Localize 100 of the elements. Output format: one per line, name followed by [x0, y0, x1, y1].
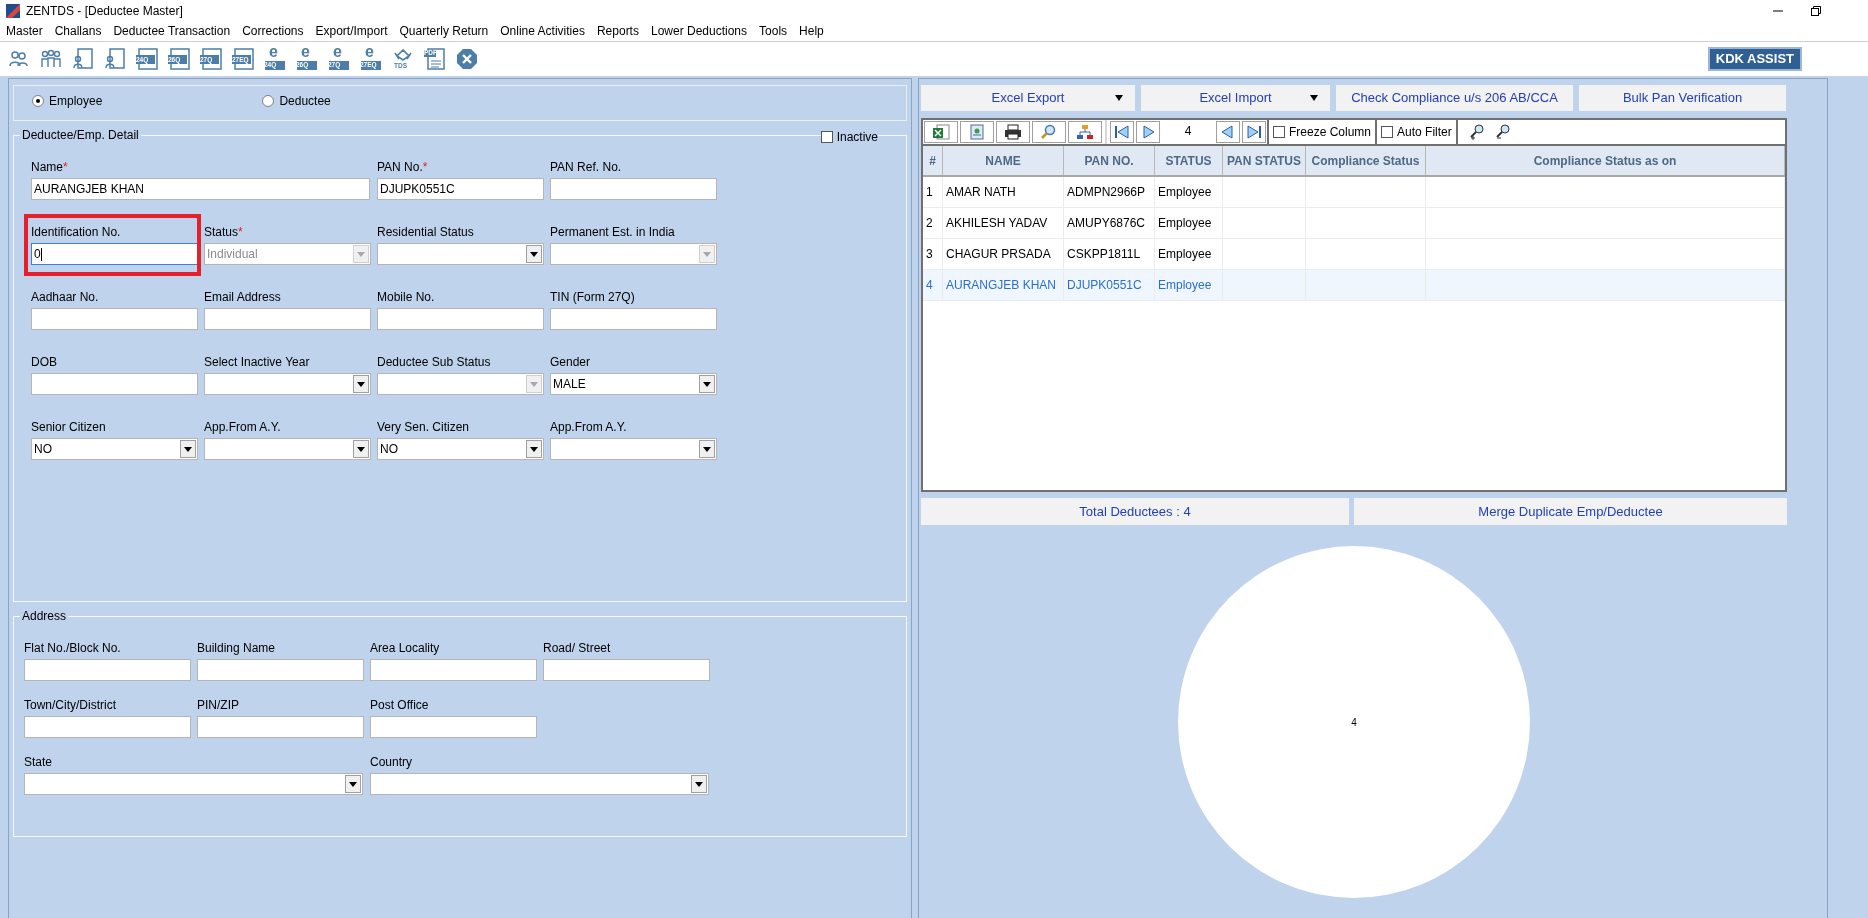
- previous-page-icon[interactable]: [1216, 121, 1240, 143]
- text-field[interactable]: [377, 308, 544, 330]
- action-button[interactable]: Excel Export: [921, 85, 1135, 111]
- search-icon[interactable]: [1032, 121, 1066, 143]
- restore-icon[interactable]: [1810, 4, 1822, 17]
- table-row[interactable]: 3 CHAGUR PRSADA CSKPP1811L Employee: [923, 239, 1785, 270]
- action-button[interactable]: Excel Import: [1141, 85, 1330, 111]
- table-cell: Employee: [1155, 208, 1223, 238]
- checkbox[interactable]: [1273, 126, 1285, 138]
- person-document-icon[interactable]: [102, 46, 128, 72]
- field-label: TIN (Form 27Q): [550, 289, 636, 306]
- table-row[interactable]: 2 AKHILESH YADAV AMUPY6876C Employee: [923, 208, 1785, 239]
- first-page-icon[interactable]: [1110, 121, 1134, 143]
- dropdown[interactable]: NO: [31, 438, 198, 460]
- table-row[interactable]: 4 AURANGJEB KHAN DJUPK0551C Employee: [923, 270, 1785, 301]
- field-label: Email Address: [204, 289, 282, 306]
- menu-item[interactable]: Lower Deductions: [650, 22, 748, 40]
- footer-button[interactable]: Total Deductees : 4: [921, 498, 1349, 525]
- text-field[interactable]: [550, 308, 717, 330]
- column-header[interactable]: #: [923, 146, 943, 175]
- text-field[interactable]: [197, 659, 364, 681]
- text-field[interactable]: [204, 308, 371, 330]
- text-field[interactable]: [370, 659, 537, 681]
- menu-item[interactable]: Quarterly Return: [399, 22, 489, 40]
- person-document-icon[interactable]: [70, 46, 96, 72]
- page-number: 4: [1183, 123, 1193, 140]
- field-label: Mobile No.: [377, 289, 436, 306]
- column-header[interactable]: PAN NO.: [1064, 146, 1155, 175]
- close-icon[interactable]: [454, 46, 480, 72]
- data-label: 4: [1351, 717, 1357, 728]
- dropdown[interactable]: MALE: [550, 373, 717, 395]
- field-label: Aadhaar No.: [31, 289, 100, 306]
- field-label: Country: [370, 754, 414, 771]
- text-field[interactable]: 0: [31, 243, 198, 265]
- checkbox[interactable]: [1381, 126, 1394, 138]
- text-field[interactable]: AURANGJEB KHAN: [31, 178, 370, 200]
- table-cell: CSKPP1811L: [1064, 239, 1155, 269]
- checkbox-label[interactable]: Freeze Column: [1289, 123, 1372, 141]
- radio-button[interactable]: [32, 95, 44, 107]
- next-page-icon[interactable]: [1136, 121, 1160, 143]
- field-label: Senior Citizen: [31, 419, 107, 436]
- menu-item[interactable]: Reports: [596, 22, 639, 40]
- text-field[interactable]: [24, 716, 191, 738]
- menu-item[interactable]: Challans: [54, 22, 102, 40]
- field-label: Select Inactive Year: [204, 354, 311, 371]
- text-field[interactable]: [31, 308, 198, 330]
- table-cell: 2: [923, 208, 943, 238]
- excel-icon[interactable]: [924, 121, 958, 143]
- field-label: Flat No./Block No.: [24, 640, 122, 657]
- text-field[interactable]: [197, 716, 364, 738]
- table-cell: CHAGUR PRSADA: [943, 239, 1064, 269]
- table-cell: 3: [923, 239, 943, 269]
- field-label: PAN Ref. No.: [550, 159, 623, 176]
- text-field[interactable]: [550, 178, 717, 200]
- field-label: Gender: [550, 354, 592, 371]
- column-header[interactable]: NAME: [943, 146, 1064, 175]
- field-label: Road/ Street: [543, 640, 612, 657]
- column-header[interactable]: PAN STATUS: [1223, 146, 1306, 175]
- table-cell: AKHILESH YADAV: [943, 208, 1064, 238]
- table-cell: AMUPY6876C: [1064, 208, 1155, 238]
- dropdown[interactable]: NO: [377, 438, 544, 460]
- action-button[interactable]: Check Compliance u/s 206 AB/CCA: [1336, 85, 1573, 111]
- assist-button[interactable]: KDK ASSIST: [1707, 47, 1802, 71]
- table-cell: AURANGJEB KHAN: [943, 270, 1064, 300]
- text-field[interactable]: [370, 716, 537, 738]
- action-button[interactable]: Bulk Pan Verification: [1579, 85, 1786, 111]
- text-field[interactable]: DJUPK0551C: [377, 178, 544, 200]
- menu-item[interactable]: Deductee Transaction: [113, 22, 231, 40]
- menu-item[interactable]: Corrections: [242, 22, 304, 40]
- column-header[interactable]: Compliance Status as on: [1426, 146, 1785, 175]
- menu-item[interactable]: Online Activities: [500, 22, 585, 40]
- field-label: DOB: [31, 354, 58, 371]
- table-cell: 1: [923, 177, 943, 207]
- table-row[interactable]: 1 AMAR NATH ADMPN2966P Employee: [923, 177, 1785, 208]
- checkbox[interactable]: [820, 131, 833, 143]
- radio-label[interactable]: Deductee: [279, 92, 331, 110]
- menu-item[interactable]: Help: [799, 22, 824, 40]
- radio-label[interactable]: Employee: [49, 92, 103, 110]
- text-field[interactable]: [543, 659, 710, 681]
- checkbox-label[interactable]: Auto Filter: [1397, 123, 1452, 141]
- text-field[interactable]: [24, 659, 191, 681]
- field-label: App.From A.Y.: [550, 419, 628, 436]
- field-label: App.From A.Y.: [204, 419, 282, 436]
- table-cell: ADMPN2966P: [1064, 177, 1155, 207]
- group-title: Address: [21, 608, 68, 624]
- menu-item[interactable]: Tools: [759, 22, 788, 40]
- column-header[interactable]: STATUS: [1155, 146, 1223, 175]
- text-field[interactable]: [31, 373, 198, 395]
- footer-button[interactable]: Merge Duplicate Emp/Deductee: [1354, 498, 1787, 525]
- table-cell: 4: [923, 270, 943, 300]
- field-label: Deductee Sub Status: [377, 354, 492, 371]
- print-icon[interactable]: [996, 121, 1030, 143]
- column-header[interactable]: Compliance Status: [1306, 146, 1426, 175]
- window-title: ZENTDS - [Deductee Master]: [26, 2, 183, 20]
- last-page-icon[interactable]: [1242, 121, 1266, 143]
- hierarchy-icon[interactable]: [1068, 121, 1102, 143]
- menu-item[interactable]: Master: [6, 22, 43, 40]
- menu-item[interactable]: Export/Import: [315, 22, 388, 40]
- radio-button[interactable]: [262, 95, 275, 107]
- field-label: Town/City/District: [24, 697, 117, 714]
